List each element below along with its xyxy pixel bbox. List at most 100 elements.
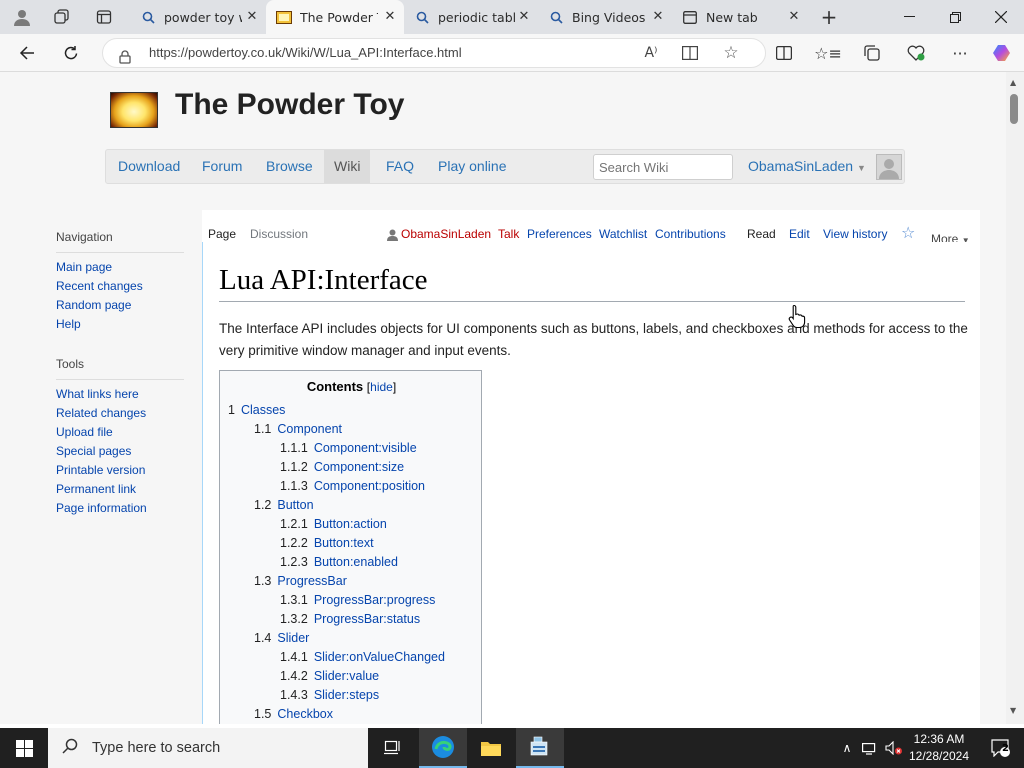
sidebar-link-random-page[interactable]: Random page xyxy=(56,298,131,312)
nav-download[interactable]: Download xyxy=(108,150,190,183)
tab-actions-icon[interactable] xyxy=(88,2,120,32)
show-hidden-icons-icon[interactable]: ∧ xyxy=(836,728,858,768)
toc-item[interactable]: 1.3 ProgressBar xyxy=(254,574,347,588)
lock-icon[interactable] xyxy=(119,46,131,74)
toc-item-link[interactable]: Classes xyxy=(241,403,285,417)
sidebar-link-permanent-link[interactable]: Permanent link xyxy=(56,482,136,496)
immersive-reader-icon[interactable] xyxy=(680,43,700,63)
toc-item[interactable]: 1 Classes xyxy=(228,403,285,417)
toc-item[interactable]: 1.4 Slider xyxy=(254,631,309,645)
close-tab-icon[interactable]: ✕ xyxy=(786,9,802,25)
scroll-up-icon[interactable]: ▲ xyxy=(1010,78,1016,87)
profile-icon[interactable] xyxy=(6,2,38,32)
nav-browse[interactable]: Browse xyxy=(256,150,323,183)
copilot-icon[interactable] xyxy=(987,40,1017,66)
tab-edit[interactable]: Edit xyxy=(789,227,810,241)
toc-item[interactable]: 1.2.2 Button:text xyxy=(280,536,374,550)
toc-item[interactable]: 1.3.1 ProgressBar:progress xyxy=(280,593,435,607)
close-tab-icon[interactable]: ✕ xyxy=(516,9,532,25)
tab-new-tab[interactable]: New tab ✕ xyxy=(672,0,808,34)
toc-item-link[interactable]: ProgressBar:progress xyxy=(314,593,436,607)
taskbar-search-box[interactable]: Type here to search xyxy=(48,728,368,768)
powder-toy-logo[interactable] xyxy=(110,92,158,128)
start-windows-icon[interactable] xyxy=(0,728,48,768)
tab-page[interactable]: Page xyxy=(208,227,236,241)
back-button[interactable] xyxy=(12,38,42,68)
toc-item-link[interactable]: Component xyxy=(277,422,342,436)
personal-contributions-link[interactable]: Contributions xyxy=(655,227,726,241)
close-tab-icon[interactable]: ✕ xyxy=(650,9,666,25)
site-title[interactable]: The Powder Toy xyxy=(175,88,404,122)
sidebar-link-printable-version[interactable]: Printable version xyxy=(56,463,145,477)
toc-item-link[interactable]: Slider:steps xyxy=(314,688,379,702)
toc-item-link[interactable]: Slider xyxy=(277,631,309,645)
scroll-down-icon[interactable]: ▼ xyxy=(1010,706,1016,715)
tab-powder-toy-search[interactable]: powder toy w ✕ xyxy=(130,0,266,34)
toc-item[interactable]: 1.4.3 Slider:steps xyxy=(280,688,379,702)
close-tab-icon[interactable]: ✕ xyxy=(244,9,260,25)
personal-watchlist-link[interactable]: Watchlist xyxy=(599,227,647,241)
new-tab-button[interactable]: + xyxy=(814,2,844,32)
sidebar-link-related-changes[interactable]: Related changes xyxy=(56,406,146,420)
close-window-button[interactable] xyxy=(978,0,1024,34)
refresh-button[interactable] xyxy=(56,38,86,68)
personal-user-link[interactable]: ObamaSinLaden xyxy=(401,227,491,241)
toc-item-link[interactable]: Slider:onValueChanged xyxy=(314,650,445,664)
notification-center-icon[interactable]: 2 xyxy=(976,728,1024,768)
toc-item[interactable]: 1.3.2 ProgressBar:status xyxy=(280,612,420,626)
read-aloud-icon[interactable]: A⁾ xyxy=(641,43,661,63)
toc-item-link[interactable]: Button:text xyxy=(314,536,374,550)
toc-item-link[interactable]: Button:enabled xyxy=(314,555,398,569)
toc-item-link[interactable]: Checkbox xyxy=(277,707,333,721)
system-clock[interactable]: 12:36 AM 12/28/2024 xyxy=(906,731,972,765)
toc-item[interactable]: 1.1.3 Component:position xyxy=(280,479,425,493)
toc-item[interactable]: 1.2 Button xyxy=(254,498,314,512)
tab-discussion[interactable]: Discussion xyxy=(250,227,308,241)
toc-item-link[interactable]: Button:action xyxy=(314,517,387,531)
nav-wiki[interactable]: Wiki xyxy=(324,150,371,183)
user-menu[interactable]: ObamaSinLaden ▼ xyxy=(738,150,876,183)
toc-item[interactable]: 1.4.2 Slider:value xyxy=(280,669,379,683)
network-icon[interactable] xyxy=(858,728,882,768)
sidebar-link-main-page[interactable]: Main page xyxy=(56,260,112,274)
task-view-icon[interactable] xyxy=(368,728,416,768)
toc-item[interactable]: 1.1 Component xyxy=(254,422,342,436)
toc-item-link[interactable]: Component:visible xyxy=(314,441,417,455)
tab-read[interactable]: Read xyxy=(747,227,776,241)
workspaces-icon[interactable] xyxy=(46,2,78,32)
tab-bing-videos[interactable]: Bing Videos ✕ xyxy=(538,0,672,34)
toc-item[interactable]: 1.1.1 Component:visible xyxy=(280,441,417,455)
sidebar-link-page-information[interactable]: Page information xyxy=(56,501,147,515)
sidebar-link-special-pages[interactable]: Special pages xyxy=(56,444,131,458)
volume-muted-icon[interactable] xyxy=(882,728,906,768)
toc-item-link[interactable]: Component:position xyxy=(314,479,425,493)
nav-forum[interactable]: Forum xyxy=(192,150,252,183)
personal-preferences-link[interactable]: Preferences xyxy=(527,227,592,241)
toc-item[interactable]: 1.2.3 Button:enabled xyxy=(280,555,398,569)
collections-icon[interactable] xyxy=(857,40,887,66)
favorite-star-icon[interactable]: ☆ xyxy=(721,43,741,63)
browser-essentials-icon[interactable] xyxy=(901,40,931,66)
page-scrollbar[interactable]: ▲ ▼ xyxy=(1006,72,1024,724)
nav-faq[interactable]: FAQ xyxy=(376,150,424,183)
close-tab-icon[interactable]: ✕ xyxy=(382,9,398,25)
minimize-button[interactable] xyxy=(886,0,932,34)
personal-talk-link[interactable]: Talk xyxy=(498,227,519,241)
tab-powder-toy-wiki[interactable]: The Powder To ✕ xyxy=(266,0,404,34)
tab-view-history[interactable]: View history xyxy=(823,227,887,241)
toc-item-link[interactable]: Component:size xyxy=(314,460,404,474)
restore-button[interactable] xyxy=(932,0,978,34)
sidebar-link-help[interactable]: Help xyxy=(56,317,81,331)
toc-item[interactable]: 1.2.1 Button:action xyxy=(280,517,387,531)
edge-taskbar-icon[interactable] xyxy=(419,728,467,768)
nav-play-online[interactable]: Play online xyxy=(428,150,517,183)
toc-item-link[interactable]: Slider:value xyxy=(314,669,379,683)
powder-toy-taskbar-icon[interactable] xyxy=(516,728,564,768)
toc-hide-link[interactable]: hide xyxy=(370,380,393,394)
toc-item-link[interactable]: ProgressBar xyxy=(277,574,346,588)
sidebar-link-upload-file[interactable]: Upload file xyxy=(56,425,113,439)
sidebar-link-what-links-here[interactable]: What links here xyxy=(56,387,139,401)
address-bar[interactable]: https://powdertoy.co.uk/Wiki/W/Lua_API:I… xyxy=(102,38,766,68)
favorites-icon[interactable]: ☆≡ xyxy=(813,40,843,66)
tab-periodic-table[interactable]: periodic table ✕ xyxy=(404,0,538,34)
